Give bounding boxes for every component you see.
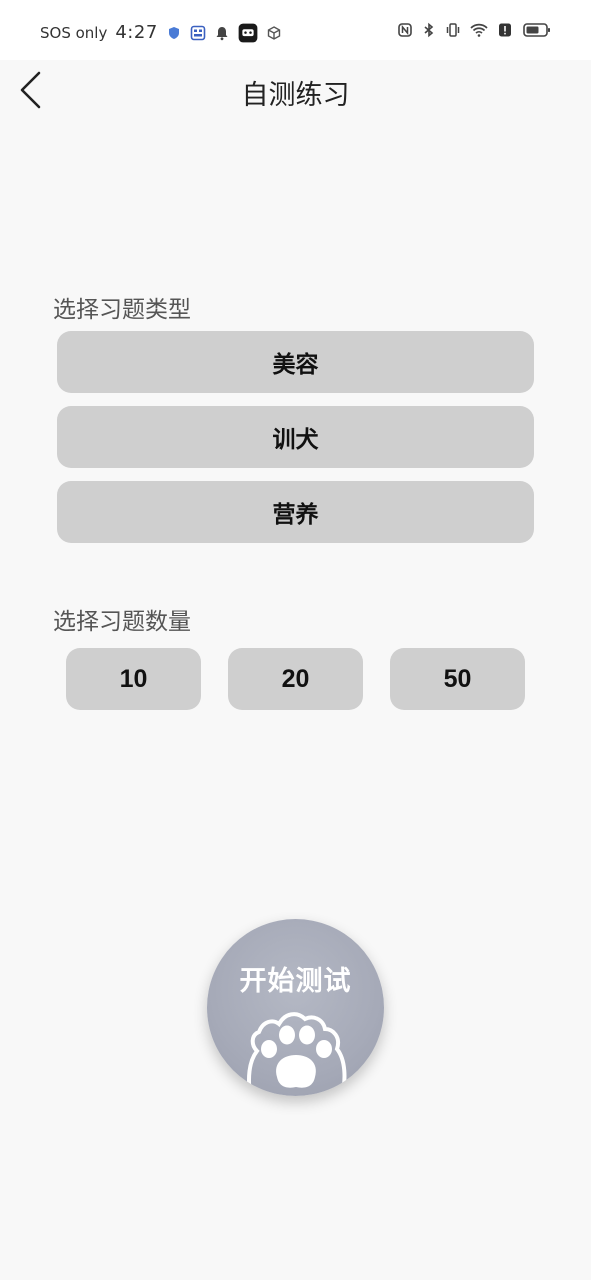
status-bar: SOS only 4:27 — [0, 0, 591, 60]
count-option-label: 50 — [443, 664, 472, 693]
bluetooth-icon — [424, 22, 434, 38]
count-option-10[interactable]: 10 — [66, 648, 201, 710]
count-option-50[interactable]: 50 — [390, 648, 525, 710]
type-section-label: 选择习题类型 — [53, 297, 191, 323]
type-option-grooming[interactable]: 美容 — [57, 331, 534, 393]
type-option-training[interactable]: 训犬 — [57, 406, 534, 468]
vibrate-icon — [446, 23, 460, 37]
start-test-label: 开始测试 — [239, 966, 352, 997]
nfc-icon — [398, 23, 412, 37]
page-title: 自测练习 — [241, 80, 350, 111]
type-option-label: 营养 — [272, 502, 319, 528]
alert-icon — [499, 23, 511, 37]
battery-icon — [523, 23, 550, 37]
start-test-button[interactable]: 开始测试 — [207, 919, 384, 1096]
paw-icon — [247, 1012, 347, 1096]
status-left: SOS only 4:27 — [40, 22, 282, 43]
status-right — [397, 22, 553, 38]
nav-bar: 自测练习 — [0, 60, 591, 120]
shield-icon — [168, 26, 179, 39]
count-section-label: 选择习题数量 — [53, 609, 191, 635]
carrier-text: SOS only — [40, 23, 108, 42]
app-notification-icon — [190, 25, 206, 40]
box-icon — [267, 25, 280, 40]
type-option-label: 美容 — [272, 352, 319, 378]
type-option-nutrition[interactable]: 营养 — [57, 481, 534, 543]
count-option-20[interactable]: 20 — [228, 648, 363, 710]
bell-icon — [216, 26, 228, 40]
clock-time: 4:27 — [115, 22, 158, 43]
count-option-label: 20 — [281, 664, 310, 693]
type-option-label: 训犬 — [272, 427, 319, 453]
count-option-label: 10 — [119, 664, 148, 693]
robot-app-icon — [238, 23, 258, 42]
wifi-icon — [470, 23, 488, 37]
